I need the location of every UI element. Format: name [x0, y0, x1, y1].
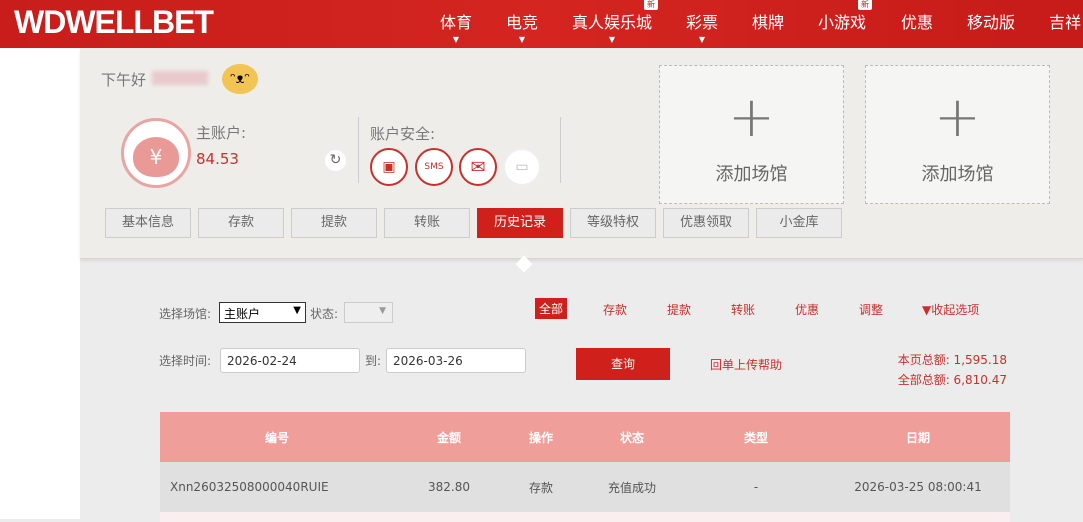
- col-status: 状态: [578, 412, 686, 462]
- filter-deposit[interactable]: 存款: [603, 301, 627, 318]
- cell-type: -: [686, 462, 826, 512]
- caret-down-icon: ▼: [452, 35, 460, 44]
- tab-transfer[interactable]: 转账: [384, 208, 470, 238]
- add-venue-button[interactable]: + 添加场馆: [659, 65, 844, 204]
- tab-vip-privileges[interactable]: 等级特权: [570, 208, 656, 238]
- main-account-label: 主账户:: [196, 124, 247, 142]
- table-header-row: 编号 金额 操作 状态 类型 日期: [160, 412, 1010, 462]
- tab-history[interactable]: 历史记录: [477, 208, 563, 238]
- nav-promotions[interactable]: 优惠: [901, 9, 933, 33]
- query-button[interactable]: 查询: [576, 348, 670, 380]
- col-id: 编号: [160, 412, 394, 462]
- logo[interactable]: WDWELLBET: [14, 4, 214, 41]
- history-table: 编号 金额 操作 状态 类型 日期 Xnn26032508000040RUIE …: [160, 412, 1010, 522]
- refresh-icon[interactable]: ↻: [325, 150, 346, 171]
- money-bag-icon: ¥: [121, 118, 191, 188]
- tab-deposit[interactable]: 存款: [198, 208, 284, 238]
- nav-esports[interactable]: 电竞 ▼: [506, 9, 539, 44]
- divider: [560, 117, 561, 183]
- time-label: 选择时间:: [159, 354, 212, 368]
- table-row-partial: [160, 512, 1010, 522]
- venue-label: 选择场馆:: [159, 307, 212, 321]
- col-type: 类型: [686, 412, 826, 462]
- nav-live-casino[interactable]: 真人娱乐城 新 ▼: [572, 0, 659, 44]
- left-margin: [0, 48, 80, 519]
- end-date-input[interactable]: 2026-03-26: [386, 348, 526, 373]
- caret-down-icon: ▼: [698, 35, 706, 44]
- nav-minigames[interactable]: 小游戏 新: [818, 0, 873, 33]
- tab-vault[interactable]: 小金库: [756, 208, 842, 238]
- venue-select[interactable]: 主账户 ▼: [219, 302, 306, 323]
- cell-id: Xnn26032508000040RUIE: [160, 462, 394, 512]
- nav-chess[interactable]: 棋牌: [752, 9, 784, 33]
- plus-icon: +: [728, 85, 775, 150]
- username-blurred: [152, 71, 208, 85]
- filter-all[interactable]: 全部: [535, 298, 568, 319]
- caret-down-icon: ▼: [518, 35, 526, 44]
- cell-amount: 382.80: [394, 462, 504, 512]
- new-badge: 新: [644, 0, 659, 10]
- top-nav-bar: WDWELLBET 体育 ▼ 电竞 ▼ 真人娱乐城 新 ▼ 彩票 ▼ 棋牌 小游戏 新 优惠…: [0, 0, 1083, 48]
- table-row: Xnn26032508000040RUIE 382.80 存款 充值成功 - 2…: [160, 462, 1010, 512]
- chevron-down-icon: ▼: [293, 305, 301, 316]
- nav-label: 彩票: [686, 13, 719, 32]
- filter-transfer[interactable]: 转账: [731, 301, 755, 318]
- nav-lottery[interactable]: 彩票 ▼: [686, 9, 719, 44]
- sms-phone-icon[interactable]: SMS: [415, 148, 453, 186]
- col-operation: 操作: [504, 412, 578, 462]
- monkey-avatar-icon: ᵔᴥᵔ: [222, 64, 258, 94]
- nav-label: 电竞: [506, 13, 539, 32]
- id-card-icon[interactable]: ▣: [370, 148, 408, 186]
- filter-adjustment[interactable]: 调整: [859, 301, 883, 318]
- tab-claim-promotions[interactable]: 优惠领取: [663, 208, 749, 238]
- start-date-input[interactable]: 2026-02-24: [220, 348, 360, 373]
- email-icon[interactable]: ✉: [459, 148, 497, 186]
- collapse-options-toggle[interactable]: ▼收起选项: [922, 301, 979, 318]
- cell-date: 2026-03-25 08:00:41: [826, 462, 1010, 512]
- yen-symbol: ¥: [133, 137, 179, 177]
- filter-withdraw[interactable]: 提款: [667, 301, 691, 318]
- page-total: 本页总额: 1,595.18: [897, 353, 1007, 367]
- bank-card-icon[interactable]: ▭: [503, 148, 541, 186]
- add-venue-button[interactable]: + 添加场馆: [865, 65, 1050, 204]
- nav-more[interactable]: 吉祥: [1049, 9, 1081, 33]
- greeting: 下午好: [101, 71, 147, 89]
- venue-value: 主账户: [224, 307, 261, 321]
- divider: [358, 117, 359, 183]
- nav-mobile[interactable]: 移动版: [967, 9, 1015, 33]
- new-badge: 新: [858, 0, 873, 10]
- col-date: 日期: [826, 412, 1010, 462]
- tab-withdraw[interactable]: 提款: [291, 208, 377, 238]
- cell-operation: 存款: [504, 462, 578, 512]
- tab-basic-info[interactable]: 基本信息: [105, 208, 191, 238]
- caret-down-icon: ▼: [608, 35, 616, 44]
- upload-help-link[interactable]: 回单上传帮助: [710, 356, 782, 373]
- plus-icon: +: [934, 85, 981, 150]
- col-amount: 金额: [394, 412, 504, 462]
- nav-label: 真人娱乐城: [572, 13, 653, 32]
- nav-sports[interactable]: 体育 ▼: [440, 9, 473, 44]
- filter-promotion[interactable]: 优惠: [795, 301, 819, 318]
- balance: 84.53: [196, 150, 239, 168]
- nav-label: 小游戏: [818, 13, 867, 32]
- to-label: 到:: [365, 354, 382, 368]
- nav-label: 体育: [440, 13, 473, 32]
- cell-status: 充值成功: [578, 462, 686, 512]
- all-total: 全部总额: 6,810.47: [897, 373, 1007, 387]
- add-venue-label: 添加场馆: [921, 164, 994, 185]
- chevron-down-icon: ▼: [379, 306, 386, 316]
- status-select[interactable]: ▼: [344, 302, 393, 323]
- security-label: 账户安全:: [370, 125, 436, 143]
- add-venue-label: 添加场馆: [715, 164, 788, 185]
- status-label: 状态:: [310, 307, 339, 321]
